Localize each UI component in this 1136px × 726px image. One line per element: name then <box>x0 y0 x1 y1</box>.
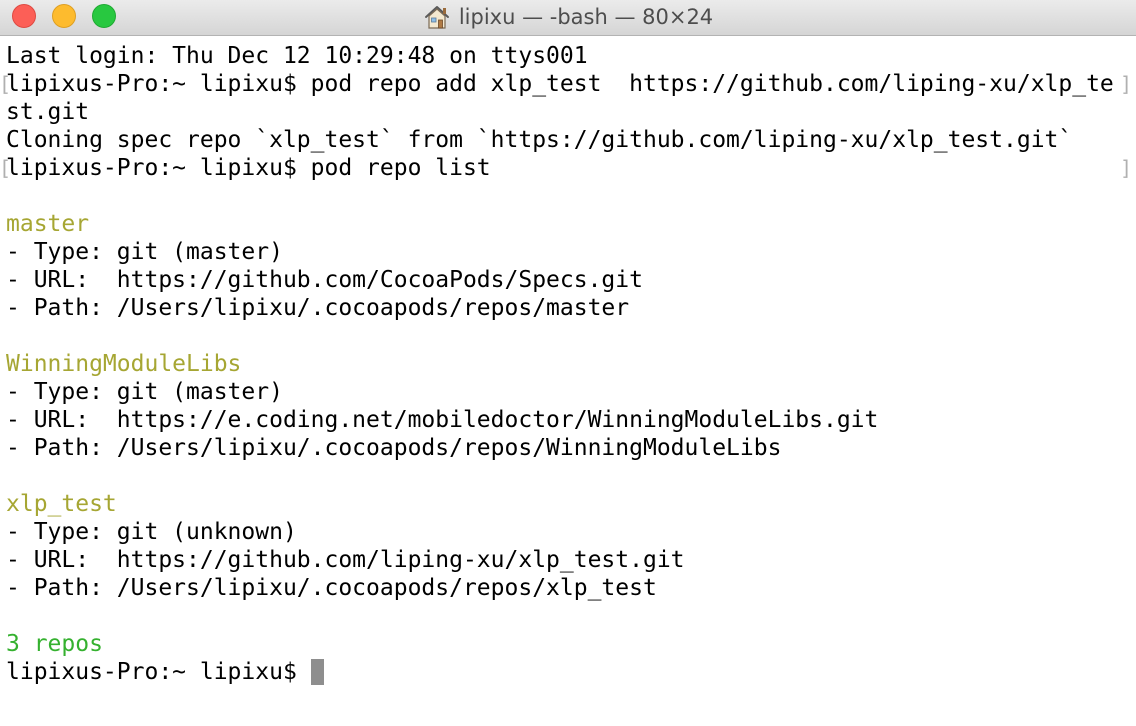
terminal-line: - Path: /Users/lipixu/.cocoapods/repos/x… <box>0 574 1136 602</box>
title-bar[interactable]: lipixu — -bash — 80×24 <box>0 0 1136 36</box>
home-icon <box>423 4 451 30</box>
terminal-line-text: - URL: https://github.com/CocoaPods/Spec… <box>6 267 643 293</box>
terminal-line-text: lipixus-Pro:~ lipixu$ pod repo list <box>6 155 491 181</box>
terminal-line: Cloning spec repo `xlp_test` from `https… <box>0 126 1136 154</box>
terminal-line-text: st.git <box>6 99 90 125</box>
terminal-line: 3 repos <box>0 630 1136 658</box>
terminal-line-text: - Type: git (master) <box>6 239 283 265</box>
window-title-group: lipixu — -bash — 80×24 <box>0 0 1136 34</box>
text-cursor <box>310 659 324 685</box>
repo-count: 3 repos <box>6 631 103 657</box>
terminal-line: WinningModuleLibs <box>0 350 1136 378</box>
repo-name: xlp_test <box>6 491 117 517</box>
terminal-line: master <box>0 210 1136 238</box>
terminal-line: - URL: https://e.coding.net/mobiledoctor… <box>0 406 1136 434</box>
terminal-line-text: Last login: Thu Dec 12 10:29:48 on ttys0… <box>6 43 588 69</box>
terminal-line: lipixus-Pro:~ lipixu$ <box>0 658 1136 686</box>
terminal-line: - URL: https://github.com/liping-xu/xlp_… <box>0 546 1136 574</box>
terminal-line: lipixus-Pro:~ lipixu$ pod repo list[] <box>0 154 1136 182</box>
terminal-line: st.git <box>0 98 1136 126</box>
terminal-line-text: - Path: /Users/lipixu/.cocoapods/repos/W… <box>6 435 782 461</box>
terminal-line: xlp_test <box>0 490 1136 518</box>
window-title: lipixu — -bash — 80×24 <box>458 5 714 29</box>
terminal-line: Last login: Thu Dec 12 10:29:48 on ttys0… <box>0 42 1136 70</box>
line-mark-right: ] <box>1119 72 1132 96</box>
terminal-line-text: - Type: git (master) <box>6 379 283 405</box>
repo-name: WinningModuleLibs <box>6 351 242 377</box>
terminal-line-text: - URL: https://github.com/liping-xu/xlp_… <box>6 547 685 573</box>
terminal-line-text: Cloning spec repo `xlp_test` from `https… <box>6 127 1073 153</box>
terminal-line-text: - Type: git (unknown) <box>6 519 297 545</box>
terminal-output[interactable]: Last login: Thu Dec 12 10:29:48 on ttys0… <box>0 42 1136 726</box>
terminal-line: - Type: git (unknown) <box>0 518 1136 546</box>
terminal-window: lipixu — -bash — 80×24 Last login: Thu D… <box>0 0 1136 726</box>
terminal-line-text: lipixus-Pro:~ lipixu$ <box>6 659 311 685</box>
terminal-line-text: - Path: /Users/lipixu/.cocoapods/repos/m… <box>6 295 630 321</box>
terminal-line: lipixus-Pro:~ lipixu$ pod repo add xlp_t… <box>0 70 1136 98</box>
terminal-line-text: lipixus-Pro:~ lipixu$ pod repo add xlp_t… <box>6 71 1114 97</box>
line-mark-left: [ <box>0 156 12 180</box>
line-mark-left: [ <box>0 72 12 96</box>
terminal-line: - URL: https://github.com/CocoaPods/Spec… <box>0 266 1136 294</box>
repo-name: master <box>6 211 90 237</box>
terminal-line: - Path: /Users/lipixu/.cocoapods/repos/m… <box>0 294 1136 322</box>
terminal-line: - Type: git (master) <box>0 378 1136 406</box>
line-mark-right: ] <box>1119 156 1132 180</box>
terminal-line-text: - URL: https://e.coding.net/mobiledoctor… <box>6 407 879 433</box>
terminal-line-text: - Path: /Users/lipixu/.cocoapods/repos/x… <box>6 575 657 601</box>
terminal-line: - Type: git (master) <box>0 238 1136 266</box>
terminal-line: - Path: /Users/lipixu/.cocoapods/repos/W… <box>0 434 1136 462</box>
